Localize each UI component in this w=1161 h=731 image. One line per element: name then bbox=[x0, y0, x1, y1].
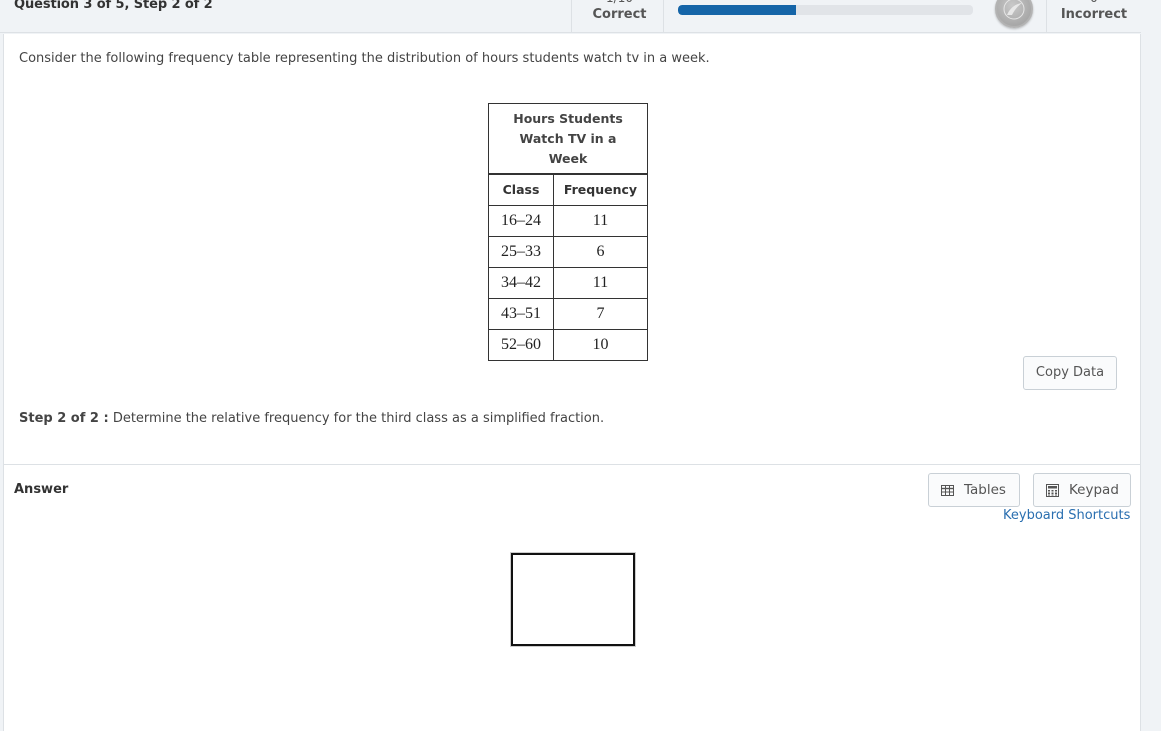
table-caption: Hours Students Watch TV in a Week bbox=[488, 103, 648, 175]
question-header: Question 3 of 5, Step 2 of 2 1/10 Correc… bbox=[0, 0, 1141, 33]
header-divider bbox=[663, 0, 664, 33]
class-cell: 34–42 bbox=[488, 266, 554, 299]
class-cell: 25–33 bbox=[488, 235, 554, 268]
column-header-frequency: Frequency bbox=[553, 173, 648, 206]
frequency-table: Hours Students Watch TV in a Week Class … bbox=[488, 103, 648, 361]
frequency-cell: 11 bbox=[553, 204, 648, 237]
incorrect-score: 0 Incorrect bbox=[1046, 0, 1141, 33]
correct-count: 1/10 bbox=[572, 0, 667, 4]
frequency-cell: 10 bbox=[553, 328, 648, 361]
table-row: 16–24 11 bbox=[488, 204, 648, 237]
class-cell: 16–24 bbox=[488, 204, 554, 237]
copy-data-button[interactable]: Copy Data bbox=[1023, 356, 1117, 390]
frequency-cell: 11 bbox=[553, 266, 648, 299]
answer-label: Answer bbox=[14, 482, 69, 497]
keypad-button-label: Keypad bbox=[1069, 482, 1119, 498]
calculator-icon bbox=[1046, 483, 1059, 497]
question-panel: Consider the following frequency table r… bbox=[3, 34, 1141, 731]
incorrect-label: Incorrect bbox=[1060, 7, 1128, 22]
keypad-button[interactable]: Keypad bbox=[1033, 473, 1131, 507]
score-progress-fill bbox=[678, 5, 796, 15]
step-label: Step 2 of 2 : bbox=[19, 411, 109, 426]
answer-input[interactable] bbox=[510, 552, 636, 647]
score-progress-bar bbox=[678, 5, 973, 15]
section-divider bbox=[4, 464, 1141, 465]
question-progress-label: Question 3 of 5, Step 2 of 2 bbox=[14, 0, 213, 12]
frequency-cell: 6 bbox=[553, 235, 648, 268]
incorrect-count: 0 bbox=[1047, 0, 1141, 4]
correct-label: Correct bbox=[592, 7, 647, 22]
table-caption-line2: Watch TV in a Week bbox=[519, 131, 617, 166]
class-cell: 52–60 bbox=[488, 328, 554, 361]
tables-button-label: Tables bbox=[964, 482, 1006, 498]
eagle-badge-icon bbox=[995, 0, 1033, 28]
table-row: 43–51 7 bbox=[488, 297, 648, 330]
keyboard-shortcuts-link[interactable]: Keyboard Shortcuts bbox=[1003, 508, 1130, 523]
table-caption-line1: Hours Students bbox=[513, 111, 623, 126]
question-intro: Consider the following frequency table r… bbox=[19, 51, 710, 66]
step-instruction: Step 2 of 2 : Determine the relative fre… bbox=[19, 411, 604, 426]
table-grid-icon bbox=[941, 484, 954, 496]
tables-button[interactable]: Tables bbox=[928, 473, 1020, 507]
table-row: 52–60 10 bbox=[488, 328, 648, 361]
correct-score: 1/10 Correct bbox=[571, 0, 667, 33]
class-cell: 43–51 bbox=[488, 297, 554, 330]
frequency-cell: 7 bbox=[553, 297, 648, 330]
column-header-class: Class bbox=[488, 173, 554, 206]
step-text: Determine the relative frequency for the… bbox=[112, 411, 605, 426]
table-row: 25–33 6 bbox=[488, 235, 648, 268]
table-row: 34–42 11 bbox=[488, 266, 648, 299]
